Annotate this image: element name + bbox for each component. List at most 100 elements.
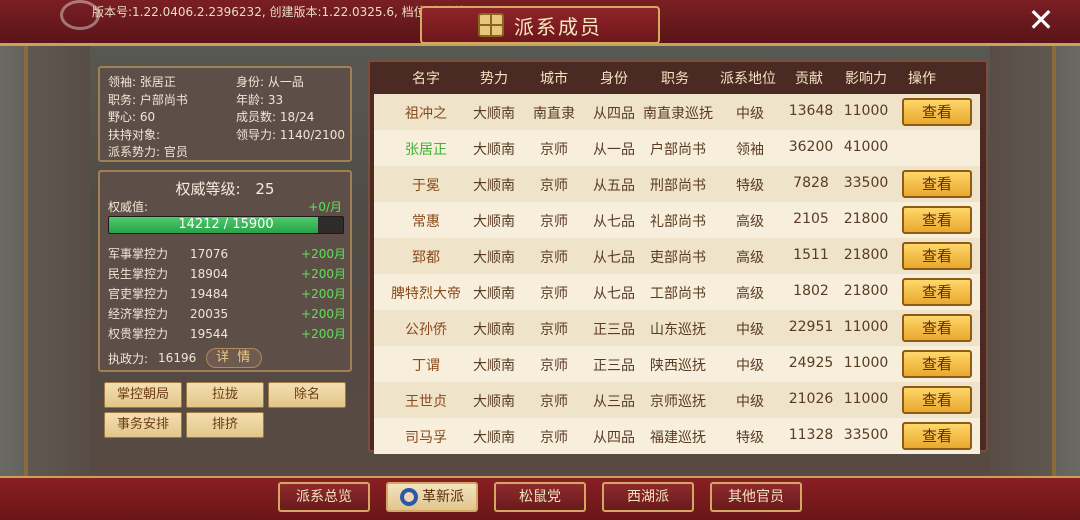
win-over-button[interactable]: 拉拢 — [186, 382, 264, 408]
control-court-button[interactable]: 掌控朝局 — [104, 382, 182, 408]
view-button[interactable]: 查看 — [902, 278, 972, 306]
control-delta: +200月 — [301, 307, 346, 321]
column-header-action: 操作 — [908, 71, 936, 87]
view-button[interactable]: 查看 — [902, 170, 972, 198]
cell-name: 司马孚 — [405, 430, 447, 446]
close-button[interactable]: ✕ — [1024, 4, 1058, 38]
table-row: 司马孚 大顺南 京师 从四品 福建巡抚 特级 11328 33500 查看 — [374, 418, 980, 454]
view-button[interactable]: 查看 — [902, 98, 972, 126]
expel-button[interactable]: 除名 — [268, 382, 346, 408]
view-button[interactable]: 查看 — [902, 206, 972, 234]
cell-contribution: 13648 — [788, 103, 834, 119]
cell-status: 中级 — [736, 322, 764, 338]
cell-influence: 11000 — [843, 103, 889, 119]
cell-status: 高级 — [736, 214, 764, 230]
control-row: 经济掌控力 20035 +200月 — [108, 304, 346, 324]
authority-delta: +0/月 — [308, 200, 342, 214]
tab-squirrel-party[interactable]: 松鼠党 — [494, 482, 586, 512]
cell-faction: 大顺南 — [473, 430, 515, 446]
view-button[interactable]: 查看 — [902, 422, 972, 450]
cell-contribution: 1511 — [793, 247, 829, 263]
cell-name: 脾特烈大帝 — [391, 286, 461, 302]
cell-influence: 33500 — [843, 175, 889, 191]
control-label: 官吏掌控力 — [108, 287, 169, 301]
cell-status: 中级 — [736, 358, 764, 374]
control-label: 民生掌控力 — [108, 267, 169, 281]
cell-contribution: 2105 — [793, 211, 829, 227]
position-label: 职务: 户部尚书 — [108, 92, 188, 107]
title-bar: 版本号:1.22.0406.2.2396232, 创建版本:1.22.0325.… — [0, 0, 1080, 46]
column-header-contribution: 贡献 — [795, 71, 823, 87]
cell-faction: 大顺南 — [473, 322, 515, 338]
tab-faction-overview[interactable]: 派系总览 — [278, 482, 370, 512]
control-value: 19484 — [190, 287, 229, 301]
leader-info-panel: 领袖: 张居正 身份: 从一品 职务: 户部尚书 年龄: 33 野心: 60 成… — [98, 66, 352, 162]
authority-level: 25 — [255, 180, 275, 198]
cell-position: 吏部尚书 — [650, 250, 706, 266]
cell-name: 张居正 — [405, 142, 447, 158]
control-value: 20035 — [190, 307, 229, 321]
control-value: 18904 — [190, 267, 229, 281]
tab-other-officials[interactable]: 其他官员 — [710, 482, 802, 512]
cell-position: 京师巡抚 — [650, 394, 706, 410]
view-button[interactable]: 查看 — [902, 350, 972, 378]
column-header-influence: 影响力 — [845, 71, 887, 87]
cell-contribution: 11328 — [788, 427, 834, 443]
cell-status: 中级 — [736, 394, 764, 410]
view-button[interactable]: 查看 — [902, 314, 972, 342]
authority-value-row: 权威值: +0/月 — [108, 198, 342, 215]
cell-influence: 11000 — [843, 355, 889, 371]
cell-position: 礼部尚书 — [650, 214, 706, 230]
control-delta: +200月 — [301, 247, 346, 261]
cell-city: 京师 — [540, 322, 568, 338]
cell-city: 京师 — [540, 394, 568, 410]
cell-status: 特级 — [736, 430, 764, 446]
cell-name: 丁谓 — [412, 358, 440, 374]
table-row: 脾特烈大帝 大顺南 京师 从七品 工部尚书 高级 1802 21800 查看 — [374, 274, 980, 310]
age-label: 年龄: 33 — [236, 92, 284, 107]
view-button[interactable]: 查看 — [902, 386, 972, 414]
cell-city: 京师 — [540, 286, 568, 302]
cell-faction: 大顺南 — [473, 394, 515, 410]
view-button[interactable]: 查看 — [902, 242, 972, 270]
cell-name: 祖冲之 — [405, 106, 447, 122]
cell-name: 常惠 — [412, 214, 440, 230]
control-label: 军事掌控力 — [108, 247, 169, 261]
tab-reform-label: 革新派 — [422, 489, 464, 505]
cell-city: 京师 — [540, 430, 568, 446]
cell-city: 京师 — [540, 214, 568, 230]
cell-influence: 21800 — [843, 283, 889, 299]
cell-rank: 从四品 — [593, 430, 635, 446]
exclude-button[interactable]: 排挤 — [186, 412, 264, 438]
faction-power-label: 派系势力: 官员 — [108, 145, 188, 159]
support-label: 扶持对象: — [108, 127, 161, 142]
column-header-position: 职务 — [661, 71, 689, 87]
table-row: 张居正 大顺南 京师 从一品 户部尚书 领袖 36200 41000 — [374, 130, 980, 166]
cell-faction: 大顺南 — [473, 178, 515, 194]
control-delta: +200月 — [301, 327, 346, 341]
control-label: 经济掌控力 — [108, 307, 169, 321]
cell-position: 刑部尚书 — [650, 178, 706, 194]
cell-rank: 从七品 — [593, 286, 635, 302]
cell-influence: 33500 — [843, 427, 889, 443]
authority-panel: 权威等级: 25 权威值: +0/月 14212 / 15900 军事掌控力 1… — [98, 170, 352, 372]
cell-contribution: 22951 — [788, 319, 834, 335]
cell-name: 郅都 — [412, 250, 440, 266]
tab-west-lake-faction[interactable]: 西湖派 — [602, 482, 694, 512]
title-plaque: 派系成员 — [420, 6, 660, 44]
affairs-button[interactable]: 事务安排 — [104, 412, 182, 438]
table-header: 名字 势力 城市 身份 职务 派系地位 贡献 影响力 操作 — [370, 62, 986, 92]
exec-label: 执政力: — [108, 351, 149, 366]
detail-button[interactable]: 详 情 — [206, 348, 263, 368]
table-row: 祖冲之 大顺南 南直隶 从四品 南直隶巡抚 中级 13648 11000 查看 — [374, 94, 980, 130]
cell-status: 中级 — [736, 106, 764, 122]
cell-name: 于冕 — [412, 178, 440, 194]
table-body: 祖冲之 大顺南 南直隶 从四品 南直隶巡抚 中级 13648 11000 查看 … — [374, 94, 980, 454]
avatar-icon — [400, 488, 418, 506]
cell-faction: 大顺南 — [473, 142, 515, 158]
cell-influence: 11000 — [843, 391, 889, 407]
authority-progress-bar: 14212 / 15900 — [108, 216, 344, 234]
tab-reform-faction[interactable]: 革新派 — [386, 482, 478, 512]
control-row: 军事掌控力 17076 +200月 — [108, 244, 346, 264]
cell-influence: 41000 — [843, 139, 889, 155]
